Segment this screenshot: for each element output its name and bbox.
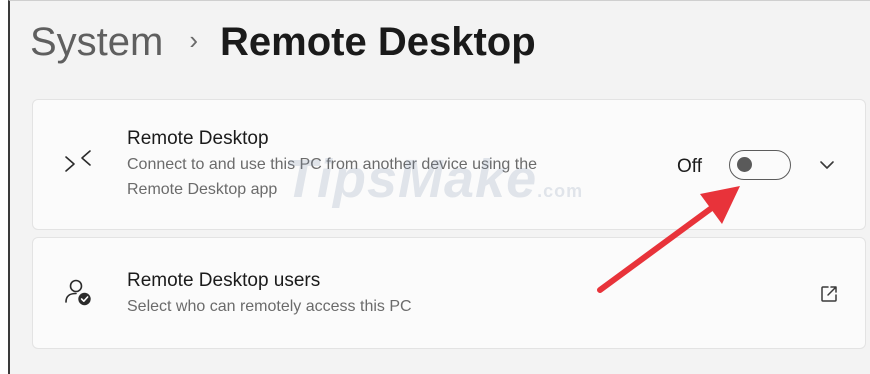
remote-desktop-users-text: Remote Desktop users Select who can remo… [127, 268, 547, 319]
person-check-icon [65, 279, 91, 306]
remote-desktop-users-card[interactable]: Remote Desktop users Select who can remo… [32, 237, 866, 349]
open-external-icon[interactable] [819, 284, 839, 304]
toggle-state-label: Off [677, 156, 702, 177]
chevron-down-icon[interactable] [817, 155, 837, 175]
breadcrumb: System › Remote Desktop [30, 15, 536, 69]
breadcrumb-system-link[interactable]: System [30, 15, 163, 69]
remote-desktop-icon [65, 150, 91, 172]
toggle-knob [737, 157, 752, 172]
remote-desktop-users-title: Remote Desktop users [127, 270, 321, 291]
watermark-text: TipsMake [284, 149, 538, 209]
remote-desktop-users-description: Select who can remotely access this PC [127, 298, 412, 315]
watermark: TipsMake.com [284, 148, 583, 210]
watermark-suffix: .com [537, 181, 584, 201]
page-title: Remote Desktop [220, 20, 536, 64]
remote-desktop-toggle[interactable] [729, 150, 791, 180]
breadcrumb-separator-icon: › [189, 25, 199, 55]
